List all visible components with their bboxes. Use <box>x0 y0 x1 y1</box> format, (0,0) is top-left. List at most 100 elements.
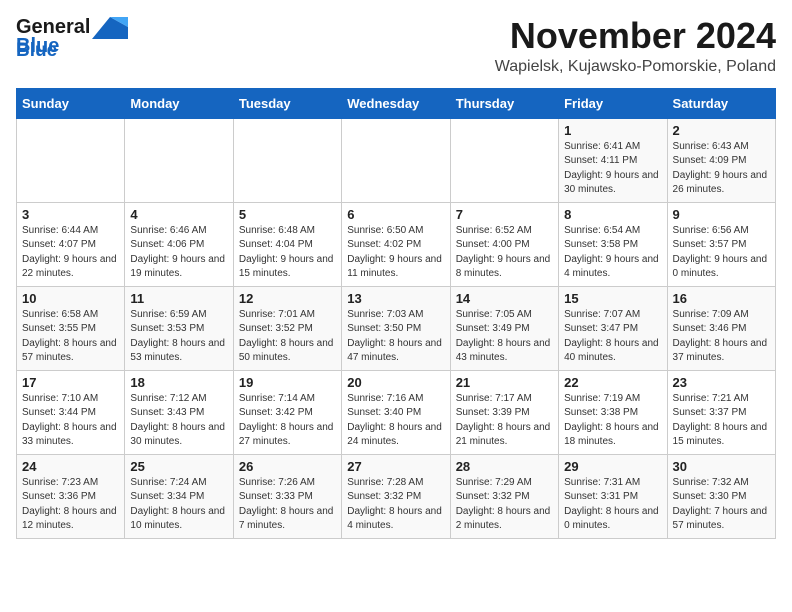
cell-info: Sunrise: 7:19 AM Sunset: 3:38 PM Dayligh… <box>564 392 661 450</box>
calendar-cell: 24 Sunrise: 7:23 AM Sunset: 3:36 PM Dayli… <box>17 454 125 538</box>
cell-info: Sunrise: 7:12 AM Sunset: 3:43 PM Dayligh… <box>130 392 227 450</box>
day-number: 20 <box>347 375 444 390</box>
cell-info: Sunrise: 6:43 AM Sunset: 4:09 PM Dayligh… <box>673 140 770 198</box>
cell-info: Sunrise: 6:46 AM Sunset: 4:06 PM Dayligh… <box>130 224 227 282</box>
day-number: 25 <box>130 459 227 474</box>
day-number: 12 <box>239 291 336 306</box>
calendar-cell: 2 Sunrise: 6:43 AM Sunset: 4:09 PM Daylig… <box>667 118 775 202</box>
day-number: 6 <box>347 207 444 222</box>
cell-info: Sunrise: 7:01 AM Sunset: 3:52 PM Dayligh… <box>239 308 336 366</box>
calendar-cell <box>17 118 125 202</box>
day-number: 26 <box>239 459 336 474</box>
day-number: 22 <box>564 375 661 390</box>
cell-info: Sunrise: 7:21 AM Sunset: 3:37 PM Dayligh… <box>673 392 770 450</box>
cell-info: Sunrise: 7:17 AM Sunset: 3:39 PM Dayligh… <box>456 392 553 450</box>
calendar-cell: 16 Sunrise: 7:09 AM Sunset: 3:46 PM Dayli… <box>667 286 775 370</box>
weekday-header-saturday: Saturday <box>667 88 775 118</box>
calendar-cell: 12 Sunrise: 7:01 AM Sunset: 3:52 PM Dayli… <box>233 286 341 370</box>
weekday-header-thursday: Thursday <box>450 88 558 118</box>
cell-info: Sunrise: 6:50 AM Sunset: 4:02 PM Dayligh… <box>347 224 444 282</box>
cell-info: Sunrise: 7:14 AM Sunset: 3:42 PM Dayligh… <box>239 392 336 450</box>
cell-info: Sunrise: 7:31 AM Sunset: 3:31 PM Dayligh… <box>564 476 661 534</box>
calendar-cell: 23 Sunrise: 7:21 AM Sunset: 3:37 PM Dayli… <box>667 370 775 454</box>
calendar-cell: 26 Sunrise: 7:26 AM Sunset: 3:33 PM Dayli… <box>233 454 341 538</box>
calendar-cell: 17 Sunrise: 7:10 AM Sunset: 3:44 PM Dayli… <box>17 370 125 454</box>
calendar-cell <box>125 118 233 202</box>
weekday-header-sunday: Sunday <box>17 88 125 118</box>
calendar-cell: 8Sunrise: 6:54 AM Sunset: 3:58 PM Daylig… <box>559 202 667 286</box>
day-number: 17 <box>22 375 119 390</box>
day-number: 18 <box>130 375 227 390</box>
day-number: 30 <box>673 459 770 474</box>
calendar-cell: 13Sunrise: 7:03 AM Sunset: 3:50 PM Dayli… <box>342 286 450 370</box>
cell-info: Sunrise: 6:59 AM Sunset: 3:53 PM Dayligh… <box>130 308 227 366</box>
location-title: Wapielsk, Kujawsko-Pomorskie, Poland <box>495 58 776 76</box>
weekday-header-wednesday: Wednesday <box>342 88 450 118</box>
calendar-cell: 19 Sunrise: 7:14 AM Sunset: 3:42 PM Dayli… <box>233 370 341 454</box>
calendar-week-2: 3 Sunrise: 6:44 AM Sunset: 4:07 PM Daylig… <box>17 202 776 286</box>
day-number: 14 <box>456 291 553 306</box>
day-number: 27 <box>347 459 444 474</box>
calendar-table: SundayMondayTuesdayWednesdayThursdayFrid… <box>16 88 776 539</box>
calendar-cell: 10Sunrise: 6:58 AM Sunset: 3:55 PM Dayli… <box>17 286 125 370</box>
cell-info: Sunrise: 6:52 AM Sunset: 4:00 PM Dayligh… <box>456 224 553 282</box>
header: General Blue Blue November 2024 Wapielsk… <box>16 16 776 76</box>
day-number: 3 <box>22 207 119 222</box>
logo: General Blue Blue <box>16 16 128 62</box>
calendar-cell: 28Sunrise: 7:29 AM Sunset: 3:32 PM Dayli… <box>450 454 558 538</box>
cell-info: Sunrise: 6:44 AM Sunset: 4:07 PM Dayligh… <box>22 224 119 282</box>
cell-info: Sunrise: 7:26 AM Sunset: 3:33 PM Dayligh… <box>239 476 336 534</box>
day-number: 8 <box>564 207 661 222</box>
cell-info: Sunrise: 6:56 AM Sunset: 3:57 PM Dayligh… <box>673 224 770 282</box>
day-number: 7 <box>456 207 553 222</box>
logo-icon <box>92 17 128 39</box>
day-number: 21 <box>456 375 553 390</box>
calendar-cell: 29 Sunrise: 7:31 AM Sunset: 3:31 PM Dayli… <box>559 454 667 538</box>
day-number: 11 <box>130 291 227 306</box>
cell-info: Sunrise: 7:05 AM Sunset: 3:49 PM Dayligh… <box>456 308 553 366</box>
day-number: 2 <box>673 123 770 138</box>
cell-info: Sunrise: 6:58 AM Sunset: 3:55 PM Dayligh… <box>22 308 119 366</box>
cell-info: Sunrise: 7:28 AM Sunset: 3:32 PM Dayligh… <box>347 476 444 534</box>
calendar-cell: 20 Sunrise: 7:16 AM Sunset: 3:40 PM Dayli… <box>342 370 450 454</box>
weekday-header-friday: Friday <box>559 88 667 118</box>
calendar-cell: 3 Sunrise: 6:44 AM Sunset: 4:07 PM Daylig… <box>17 202 125 286</box>
calendar-cell: 22 Sunrise: 7:19 AM Sunset: 3:38 PM Dayli… <box>559 370 667 454</box>
calendar-cell: 18 Sunrise: 7:12 AM Sunset: 3:43 PM Dayli… <box>125 370 233 454</box>
weekday-header-tuesday: Tuesday <box>233 88 341 118</box>
calendar-cell <box>342 118 450 202</box>
calendar-cell: 9Sunrise: 6:56 AM Sunset: 3:57 PM Daylig… <box>667 202 775 286</box>
calendar-cell: 21 Sunrise: 7:17 AM Sunset: 3:39 PM Dayli… <box>450 370 558 454</box>
month-title: November 2024 <box>495 16 776 56</box>
cell-info: Sunrise: 7:16 AM Sunset: 3:40 PM Dayligh… <box>347 392 444 450</box>
day-number: 29 <box>564 459 661 474</box>
calendar-cell <box>233 118 341 202</box>
day-number: 19 <box>239 375 336 390</box>
calendar-cell: 25 Sunrise: 7:24 AM Sunset: 3:34 PM Dayli… <box>125 454 233 538</box>
calendar-cell <box>450 118 558 202</box>
day-number: 24 <box>22 459 119 474</box>
calendar-cell: 1Sunrise: 6:41 AM Sunset: 4:11 PM Daylig… <box>559 118 667 202</box>
calendar-cell: 15Sunrise: 7:07 AM Sunset: 3:47 PM Dayli… <box>559 286 667 370</box>
day-number: 23 <box>673 375 770 390</box>
calendar-week-3: 10Sunrise: 6:58 AM Sunset: 3:55 PM Dayli… <box>17 286 776 370</box>
cell-info: Sunrise: 7:24 AM Sunset: 3:34 PM Dayligh… <box>130 476 227 534</box>
calendar-week-5: 24 Sunrise: 7:23 AM Sunset: 3:36 PM Dayli… <box>17 454 776 538</box>
cell-info: Sunrise: 7:10 AM Sunset: 3:44 PM Dayligh… <box>22 392 119 450</box>
cell-info: Sunrise: 7:23 AM Sunset: 3:36 PM Dayligh… <box>22 476 119 534</box>
cell-info: Sunrise: 7:03 AM Sunset: 3:50 PM Dayligh… <box>347 308 444 366</box>
day-number: 28 <box>456 459 553 474</box>
cell-info: Sunrise: 7:07 AM Sunset: 3:47 PM Dayligh… <box>564 308 661 366</box>
cell-info: Sunrise: 7:09 AM Sunset: 3:46 PM Dayligh… <box>673 308 770 366</box>
calendar-week-4: 17 Sunrise: 7:10 AM Sunset: 3:44 PM Dayli… <box>17 370 776 454</box>
day-number: 4 <box>130 207 227 222</box>
calendar-cell: 11 Sunrise: 6:59 AM Sunset: 3:53 PM Dayli… <box>125 286 233 370</box>
calendar-cell: 6 Sunrise: 6:50 AM Sunset: 4:02 PM Daylig… <box>342 202 450 286</box>
weekday-header-row: SundayMondayTuesdayWednesdayThursdayFrid… <box>17 88 776 118</box>
calendar-week-1: 1Sunrise: 6:41 AM Sunset: 4:11 PM Daylig… <box>17 118 776 202</box>
cell-info: Sunrise: 6:48 AM Sunset: 4:04 PM Dayligh… <box>239 224 336 282</box>
cell-info: Sunrise: 6:41 AM Sunset: 4:11 PM Dayligh… <box>564 140 661 198</box>
calendar-cell: 30Sunrise: 7:32 AM Sunset: 3:30 PM Dayli… <box>667 454 775 538</box>
calendar-cell: 14 Sunrise: 7:05 AM Sunset: 3:49 PM Dayli… <box>450 286 558 370</box>
day-number: 16 <box>673 291 770 306</box>
